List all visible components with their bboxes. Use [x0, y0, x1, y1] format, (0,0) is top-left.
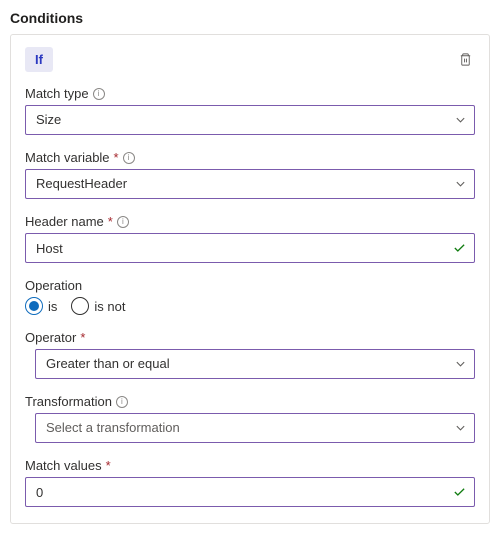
header-name-label: Header name * i	[25, 214, 475, 229]
header-name-input[interactable]	[25, 233, 475, 263]
required-marker: *	[80, 330, 85, 345]
required-marker: *	[108, 214, 113, 229]
transformation-select[interactable]: Select a transformation	[35, 413, 475, 443]
label-text: Match values	[25, 458, 102, 473]
delete-condition-button[interactable]	[456, 50, 475, 69]
label-text: Operation	[25, 278, 82, 293]
radio-icon	[71, 297, 89, 315]
match-variable-label: Match variable * i	[25, 150, 475, 165]
match-values-label: Match values *	[25, 458, 475, 473]
operation-is-not-radio[interactable]: is not	[71, 297, 125, 315]
panel-header: If	[25, 47, 475, 72]
label-text: Operator	[25, 330, 76, 345]
match-type-field: Match type i Size	[25, 86, 475, 135]
match-variable-select[interactable]: RequestHeader	[25, 169, 475, 199]
radio-icon	[25, 297, 43, 315]
operator-select[interactable]: Greater than or equal	[35, 349, 475, 379]
required-marker: *	[114, 150, 119, 165]
match-type-label: Match type i	[25, 86, 475, 101]
section-title: Conditions	[10, 10, 490, 26]
match-values-field: Match values *	[25, 458, 475, 507]
header-name-field: Header name * i	[25, 214, 475, 263]
label-text: Match type	[25, 86, 89, 101]
radio-label: is not	[94, 299, 125, 314]
info-icon[interactable]: i	[117, 216, 129, 228]
required-marker: *	[106, 458, 111, 473]
info-icon[interactable]: i	[123, 152, 135, 164]
label-text: Match variable	[25, 150, 110, 165]
label-text: Header name	[25, 214, 104, 229]
transformation-field: Transformation i Select a transformation	[25, 394, 475, 443]
info-icon[interactable]: i	[116, 396, 128, 408]
operation-label: Operation	[25, 278, 475, 293]
info-icon[interactable]: i	[93, 88, 105, 100]
match-variable-field: Match variable * i RequestHeader	[25, 150, 475, 199]
transformation-label: Transformation i	[25, 394, 475, 409]
label-text: Transformation	[25, 394, 112, 409]
trash-icon	[458, 52, 473, 67]
condition-panel: If Match type i Size Match variable * i …	[10, 34, 490, 524]
operator-label: Operator *	[25, 330, 475, 345]
match-type-select[interactable]: Size	[25, 105, 475, 135]
match-values-input[interactable]	[25, 477, 475, 507]
radio-label: is	[48, 299, 57, 314]
operation-is-radio[interactable]: is	[25, 297, 57, 315]
operation-field: Operation is is not	[25, 278, 475, 315]
operator-field: Operator * Greater than or equal	[25, 330, 475, 379]
if-chip: If	[25, 47, 53, 72]
